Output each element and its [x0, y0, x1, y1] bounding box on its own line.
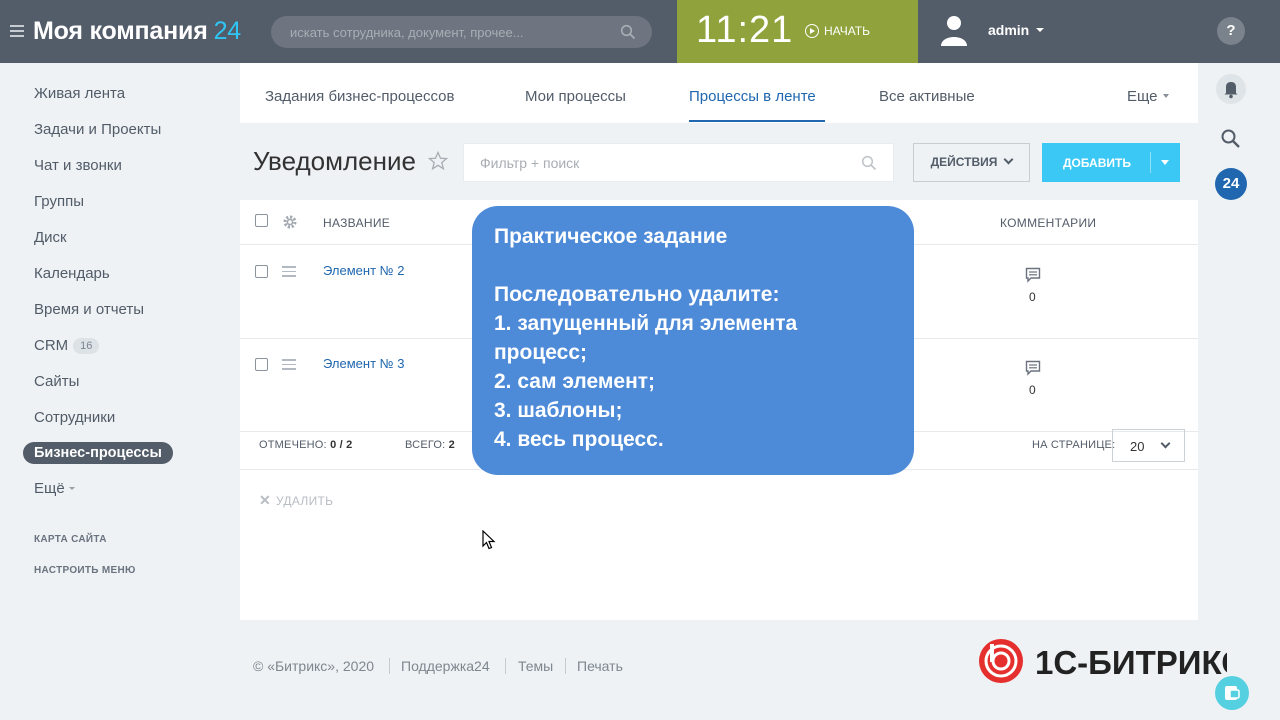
- search-placeholder: искать сотрудника, документ, прочее...: [290, 25, 524, 40]
- menu-item-tasks[interactable]: Задачи и Проекты: [34, 121, 161, 138]
- search-icon[interactable]: [861, 155, 877, 171]
- logo[interactable]: Моя компания 24: [33, 17, 241, 46]
- menu-item-calendar[interactable]: Календарь: [34, 265, 110, 282]
- page-title: Уведомление: [253, 146, 416, 176]
- tab-my-processes[interactable]: Мои процессы: [525, 88, 626, 105]
- bitrix24-button[interactable]: 24: [1215, 168, 1247, 200]
- popup-title: Практическое задание: [494, 225, 728, 248]
- clock-time: 11:21: [696, 9, 794, 51]
- search-input[interactable]: искать сотрудника, документ, прочее...: [271, 16, 652, 48]
- menu-item-employees[interactable]: Сотрудники: [34, 409, 115, 426]
- selected-counter: ОТМЕЧЕНО: 0 / 2: [259, 439, 353, 451]
- popup-spacer: [494, 251, 892, 280]
- close-icon: ✕: [259, 492, 272, 508]
- svg-text:1С-БИТРИКС: 1С-БИТРИКС: [1035, 644, 1227, 681]
- filter-placeholder: Фильтр + поиск: [480, 155, 580, 171]
- search-icon-right[interactable]: [1219, 127, 1243, 151]
- menu-item-disk[interactable]: Диск: [34, 229, 67, 246]
- chevron-down-icon: [1036, 28, 1045, 32]
- add-button[interactable]: ДОБАВИТЬ: [1042, 143, 1180, 182]
- element-link[interactable]: Элемент № 3: [323, 356, 404, 371]
- crm-counter-badge: 16: [73, 338, 100, 354]
- row-checkbox[interactable]: [255, 358, 268, 371]
- menu-item-time[interactable]: Время и отчеты: [34, 301, 144, 318]
- chevron-down-icon: [1003, 154, 1014, 165]
- tabs-bar: Задания бизнес-процессов Мои процессы Пр…: [240, 63, 1198, 123]
- popup-line: Последовательно удалите:: [494, 283, 780, 306]
- gear-icon[interactable]: [282, 214, 298, 230]
- select-all-checkbox[interactable]: [255, 214, 268, 227]
- drag-handle-icon[interactable]: [282, 359, 296, 370]
- popup-line: 1. запущенный для элемента: [494, 312, 798, 335]
- configure-menu-link[interactable]: НАСТРОИТЬ МЕНЮ: [34, 565, 136, 576]
- tab-feed-processes[interactable]: Процессы в ленте: [689, 88, 816, 105]
- column-header-name[interactable]: НАЗВАНИЕ: [323, 216, 390, 230]
- footer-link-themes[interactable]: Темы: [518, 658, 553, 674]
- chevron-down-icon: [1160, 438, 1171, 449]
- menu-item-crm[interactable]: CRM 16: [34, 337, 100, 354]
- start-workday-button[interactable]: НАЧАТЬ: [805, 24, 870, 38]
- comments-count: 0: [1029, 383, 1036, 397]
- bell-icon: [1224, 82, 1238, 99]
- menu-item-groups[interactable]: Группы: [34, 193, 84, 210]
- total-counter: ВСЕГО: 2: [405, 439, 455, 451]
- comments-count: 0: [1029, 290, 1036, 304]
- popup-line: 2. сам элемент;: [494, 370, 656, 393]
- comment-icon: [1025, 360, 1041, 376]
- add-dropdown-arrow-icon[interactable]: [1161, 160, 1169, 165]
- user-name: admin: [988, 22, 1030, 38]
- mouse-cursor-icon: [482, 530, 496, 550]
- bitrix-logo: 1С-БИТРИКС: [979, 639, 1227, 683]
- play-icon: [805, 24, 819, 38]
- delete-button[interactable]: ✕ УДАЛИТЬ: [259, 492, 333, 509]
- notifications-button[interactable]: [1216, 74, 1246, 104]
- popup-line: 3. шаблоны;: [494, 399, 623, 422]
- drag-handle-icon[interactable]: [282, 266, 296, 277]
- task-popup: Практическое задание Последовательно уда…: [472, 206, 914, 475]
- per-page-label: НА СТРАНИЦЕ:: [1032, 439, 1116, 451]
- time-widget[interactable]: 11:21 НАЧАТЬ: [677, 0, 918, 63]
- tab-bp-tasks[interactable]: Задания бизнес-процессов: [265, 88, 454, 105]
- help-button[interactable]: ?: [1217, 17, 1245, 45]
- column-header-comments[interactable]: КОММЕНТАРИИ: [1000, 216, 1096, 230]
- filter-search-input[interactable]: Фильтр + поиск: [463, 143, 894, 182]
- search-icon[interactable]: [620, 24, 636, 40]
- right-panel: [1198, 0, 1280, 720]
- actions-button[interactable]: ДЕЙСТВИЯ: [913, 143, 1030, 182]
- menu-burger-icon[interactable]: [10, 25, 24, 37]
- popup-line: 4. весь процесс.: [494, 428, 664, 451]
- menu-item-business-processes[interactable]: Бизнес-процессы: [23, 442, 173, 464]
- star-icon[interactable]: [428, 151, 448, 171]
- chevron-down-icon: [1162, 94, 1169, 98]
- popup-line: процесс;: [494, 341, 588, 364]
- menu-item-chat[interactable]: Чат и звонки: [34, 157, 122, 174]
- footer-link-support[interactable]: Поддержка24: [401, 658, 490, 674]
- menu-item-feed[interactable]: Живая лента: [34, 85, 125, 102]
- menu-item-sites[interactable]: Сайты: [34, 373, 79, 390]
- copyright: © «Битрикс», 2020: [253, 658, 375, 674]
- chevron-down-icon: [68, 487, 75, 490]
- tab-more[interactable]: Еще: [1127, 88, 1169, 105]
- comment-icon: [1025, 267, 1041, 283]
- per-page-select[interactable]: 20: [1112, 429, 1185, 462]
- user-avatar-icon: [941, 16, 967, 46]
- row-checkbox[interactable]: [255, 265, 268, 278]
- element-link[interactable]: Элемент № 2: [323, 263, 404, 278]
- sitemap-link[interactable]: КАРТА САЙТА: [34, 534, 107, 545]
- menu-item-more[interactable]: Ещё: [34, 480, 75, 497]
- tab-all-active[interactable]: Все активные: [879, 88, 975, 105]
- active-tab-indicator: [689, 120, 825, 122]
- footer-link-print[interactable]: Печать: [577, 658, 623, 674]
- user-menu[interactable]: admin: [940, 14, 1045, 46]
